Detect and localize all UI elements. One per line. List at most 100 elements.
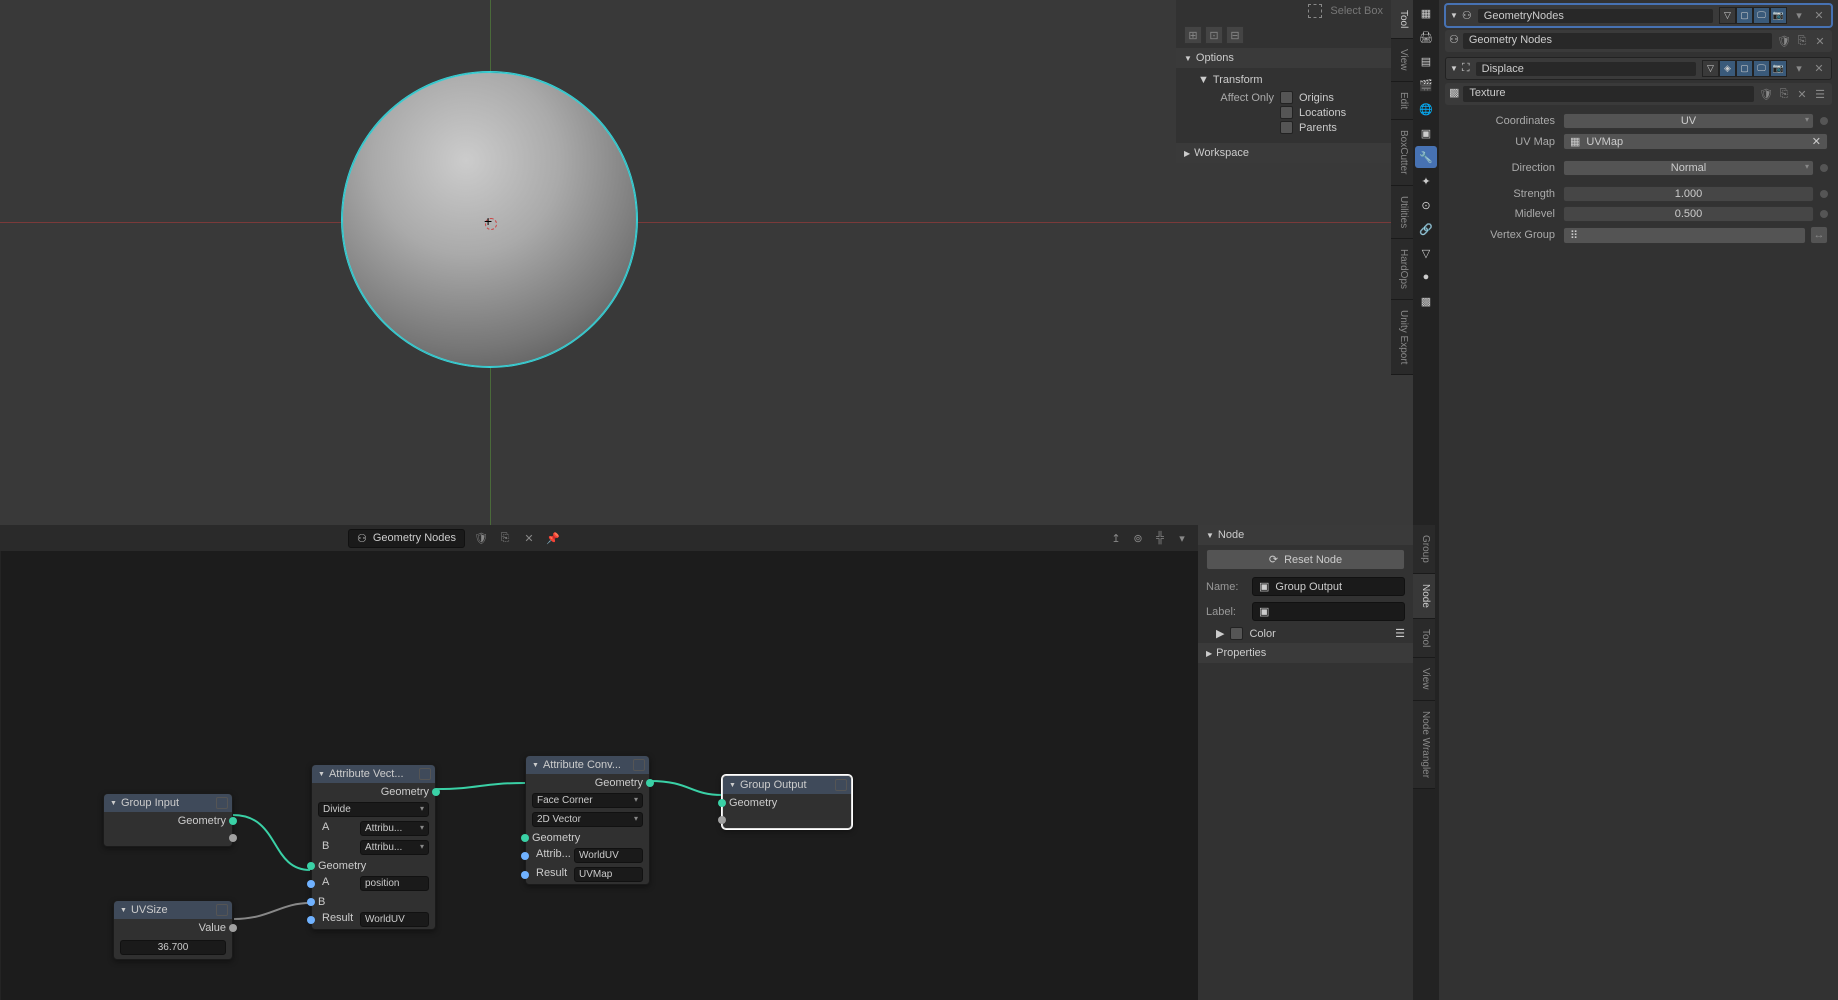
pin-icon[interactable] <box>835 779 847 791</box>
tab-output-icon[interactable]: 🖨 <box>1415 26 1437 48</box>
node-panel-header[interactable]: ▼Node <box>1198 525 1413 545</box>
socket-attrib-in[interactable] <box>521 852 529 860</box>
coordinates-dropdown[interactable]: UV <box>1563 113 1814 129</box>
tab-utilities[interactable]: Utilities <box>1391 186 1413 239</box>
uvmap-field[interactable]: ▦UVMap✕ <box>1563 133 1828 150</box>
color-row[interactable]: ▶Color☰ <box>1198 624 1413 643</box>
tab-node-wrangler[interactable]: Node Wrangler <box>1413 701 1435 789</box>
tab-view-layer-icon[interactable]: ▤ <box>1415 50 1437 72</box>
tab-group[interactable]: Group <box>1413 525 1435 574</box>
a-value-field[interactable]: position <box>360 876 429 891</box>
anim-dot[interactable] <box>1820 164 1828 172</box>
tab-physics-icon[interactable]: ⊙ <box>1415 194 1437 216</box>
users-icon[interactable]: ⎘ <box>497 530 513 546</box>
transform-header[interactable]: ▼Transform <box>1184 72 1383 90</box>
apply-on-spline-icon[interactable]: ▽ <box>1719 7 1736 24</box>
socket-empty-in[interactable] <box>718 816 726 824</box>
parents-checkbox[interactable] <box>1280 121 1293 134</box>
snap-icon[interactable]: ⊚ <box>1130 530 1146 546</box>
b-type-dropdown[interactable]: Attribu... <box>360 840 429 855</box>
options-header[interactable]: ▼Options <box>1176 48 1391 68</box>
modifier-geometry-nodes-header[interactable]: ▼⚇ GeometryNodes ▽ ▢ 🖵 📷 ▾ ✕ <box>1445 4 1832 27</box>
node-tree-selector[interactable]: ⚇ Geometry Nodes <box>348 529 465 548</box>
chevron-down-icon[interactable]: ▾ <box>1174 530 1190 546</box>
node-title[interactable]: ▼Attribute Vect... <box>312 765 435 783</box>
tab-view[interactable]: View <box>1413 658 1435 701</box>
texture-props-icon[interactable]: ☰ <box>1812 86 1828 102</box>
tab-modifiers-icon[interactable]: 🔧 <box>1415 146 1437 168</box>
tab-node[interactable]: Node <box>1413 574 1435 619</box>
pin-icon[interactable] <box>216 904 228 916</box>
tab-constraints-icon[interactable]: 🔗 <box>1415 218 1437 240</box>
a-type-dropdown[interactable]: Attribu... <box>360 821 429 836</box>
socket-geometry-in[interactable] <box>718 799 726 807</box>
shield-icon[interactable]: 🛡 <box>473 530 489 546</box>
pin-icon[interactable]: 📌 <box>545 530 561 546</box>
snap-icon[interactable]: ⊞ <box>1184 26 1202 44</box>
apply-on-spline-icon[interactable]: ▽ <box>1702 60 1719 77</box>
tab-tool[interactable]: Tool <box>1391 0 1413 39</box>
clear-icon[interactable]: ✕ <box>1812 135 1821 148</box>
shield-icon[interactable]: 🛡 <box>1776 33 1792 49</box>
pin-icon[interactable] <box>419 768 431 780</box>
node-title[interactable]: ▼Group Input <box>104 794 232 812</box>
node-group-output[interactable]: ▼Group Output Geometry <box>722 775 852 829</box>
tab-render-icon[interactable]: ▦ <box>1415 2 1437 24</box>
socket-result-in[interactable] <box>521 871 529 879</box>
node-editor-canvas[interactable]: ⚇ Geometry Nodes 🛡 ⎘ ✕ 📌 ↥ ⊚ ╬ ▾ ▼Group … <box>0 525 1198 1000</box>
color-checkbox[interactable] <box>1230 627 1243 640</box>
shield-icon[interactable]: 🛡 <box>1758 86 1774 102</box>
direction-dropdown[interactable]: Normal <box>1563 160 1814 176</box>
socket-geometry-in[interactable] <box>521 834 529 842</box>
invert-icon[interactable]: ↔ <box>1810 226 1828 244</box>
tab-object-icon[interactable]: ▣ <box>1415 122 1437 144</box>
show-render-icon[interactable]: 📷 <box>1770 7 1787 24</box>
workspace-header[interactable]: ▶Workspace <box>1176 143 1391 163</box>
socket-geometry-out[interactable] <box>229 817 237 825</box>
socket-geometry-out[interactable] <box>432 788 440 796</box>
tab-mesh-icon[interactable]: ▽ <box>1415 242 1437 264</box>
node-group-selector[interactable]: ⚇ Geometry Nodes 🛡 ⎘ ✕ <box>1445 30 1832 52</box>
overlay-icon[interactable]: ╬ <box>1152 530 1168 546</box>
tab-material-icon[interactable]: ● <box>1415 266 1437 288</box>
tab-particles-icon[interactable]: ✦ <box>1415 170 1437 192</box>
socket-empty-out[interactable] <box>229 834 237 842</box>
up-arrow-icon[interactable]: ↥ <box>1108 530 1124 546</box>
close-icon[interactable]: ✕ <box>1811 8 1827 24</box>
midlevel-field[interactable]: 0.500 <box>1563 206 1814 222</box>
anim-dot[interactable] <box>1820 117 1828 125</box>
socket-geometry-in[interactable] <box>307 862 315 870</box>
tab-tool[interactable]: Tool <box>1413 619 1435 658</box>
list-icon[interactable]: ☰ <box>1395 627 1405 640</box>
anim-dot[interactable] <box>1820 190 1828 198</box>
duplicate-icon[interactable]: ⎘ <box>1794 33 1810 49</box>
modifier-name-field[interactable]: Displace <box>1476 62 1696 76</box>
tab-scene-icon[interactable]: 🎬 <box>1415 74 1437 96</box>
node-title[interactable]: ▼Group Output <box>723 776 851 794</box>
locations-checkbox[interactable] <box>1280 106 1293 119</box>
pin-icon[interactable] <box>216 797 228 809</box>
tab-texture-icon[interactable]: ▩ <box>1415 290 1437 312</box>
show-in-editmode-icon[interactable]: ▢ <box>1736 60 1753 77</box>
result-field[interactable]: UVMap <box>574 867 643 882</box>
tab-boxcutter[interactable]: BoxCutter <box>1391 120 1413 185</box>
show-in-editmode-icon[interactable]: ▢ <box>1736 7 1753 24</box>
properties-panel-header[interactable]: ▶Properties <box>1198 643 1413 663</box>
node-title[interactable]: ▼UVSize <box>114 901 232 919</box>
chevron-down-icon[interactable]: ▾ <box>1791 61 1807 77</box>
node-uvsize[interactable]: ▼UVSize Value 36.700 <box>113 900 233 960</box>
chevron-down-icon[interactable]: ▾ <box>1791 8 1807 24</box>
tab-unity-export[interactable]: Unity Export <box>1391 300 1413 375</box>
node-attribute-vector-math[interactable]: ▼Attribute Vect... Geometry Divide AAttr… <box>311 764 436 930</box>
node-name-field[interactable]: ▣Group Output <box>1252 577 1405 596</box>
node-attribute-convert[interactable]: ▼Attribute Conv... Geometry Face Corner … <box>525 755 650 885</box>
texture-selector[interactable]: ▩ Texture 🛡 ⎘ ✕ ☰ <box>1445 83 1832 105</box>
show-viewport-icon[interactable]: 🖵 <box>1753 7 1770 24</box>
unlink-icon[interactable]: ✕ <box>1794 86 1810 102</box>
value-field[interactable]: 36.700 <box>120 940 226 955</box>
node-group-input[interactable]: ▼Group Input Geometry <box>103 793 233 847</box>
modifier-name-field[interactable]: GeometryNodes <box>1478 9 1713 23</box>
anim-dot[interactable] <box>1820 210 1828 218</box>
socket-result-in[interactable] <box>307 916 315 924</box>
snap3-icon[interactable]: ⊟ <box>1226 26 1244 44</box>
